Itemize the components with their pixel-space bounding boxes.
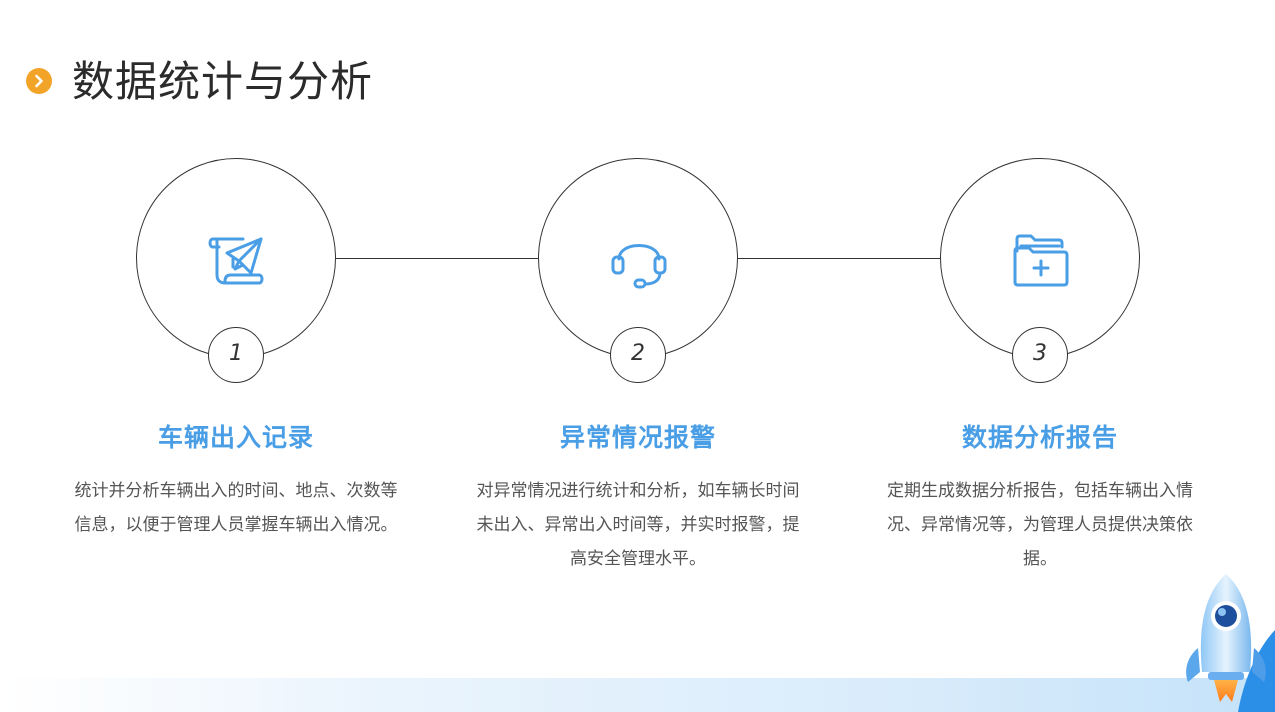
- step-3-title: 数据分析报告: [961, 423, 1118, 452]
- paper-plane-scroll-icon: [208, 237, 264, 285]
- step-1-number-badge: 1: [208, 327, 264, 383]
- step-2-number-badge: 2: [610, 327, 666, 383]
- step-3-number-badge: 3: [1012, 327, 1068, 383]
- step-2-description: 对异常情况进行统计和分析，如车辆长时间未出入、异常出入时间等，并实时报警，提高安…: [476, 481, 800, 569]
- page-title: 数据统计与分析: [72, 57, 374, 106]
- step-1-description: 统计并分析车辆出入的时间、地点、次数等信息，以便于管理人员掌握车辆出入情况。: [74, 481, 398, 535]
- bottom-gradient-band: [0, 678, 1275, 712]
- step-3-description: 定期生成数据分析报告，包括车辆出入情况、异常情况等，为管理人员提供决策依据。: [887, 481, 1193, 569]
- step-1-title: 车辆出入记录: [157, 423, 314, 452]
- rocket-illustration: [1186, 574, 1275, 712]
- chevron-right-bullet-icon: [26, 68, 52, 94]
- connector-line-2-3: [738, 258, 940, 259]
- slide: 数据统计与分析 1 车辆出入记录 统计并分析车辆出入的时间、地点、次数等信息，以…: [0, 0, 1275, 712]
- connector-line-1-2: [336, 258, 538, 259]
- headset-icon: [611, 244, 667, 289]
- step-2-title: 异常情况报警: [559, 423, 716, 452]
- folder-add-icon: [1013, 234, 1069, 287]
